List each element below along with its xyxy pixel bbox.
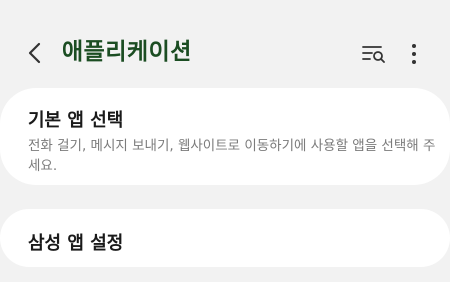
search-button[interactable]	[358, 38, 390, 70]
back-button[interactable]	[18, 36, 52, 70]
default-apps-description: 전화 걸기, 메시지 보내기, 웹사이트로 이동하기에 사용할 앱을 선택해 주…	[28, 138, 436, 174]
default-apps-item[interactable]: 기본 앱 선택 전화 걸기, 메시지 보내기, 웹사이트로 이동하기에 사용할 …	[0, 88, 450, 185]
app-bar: 애플리케이션	[0, 0, 450, 100]
default-apps-title: 기본 앱 선택	[28, 110, 124, 131]
page-title: 애플리케이션	[62, 39, 192, 65]
samsung-app-settings-item[interactable]: 삼성 앱 설정	[0, 209, 450, 267]
more-options-button[interactable]	[400, 38, 428, 70]
list-search-icon	[362, 46, 385, 63]
more-vertical-icon	[412, 44, 416, 64]
samsung-app-settings-title: 삼성 앱 설정	[28, 233, 124, 254]
chevron-left-icon	[28, 42, 41, 64]
